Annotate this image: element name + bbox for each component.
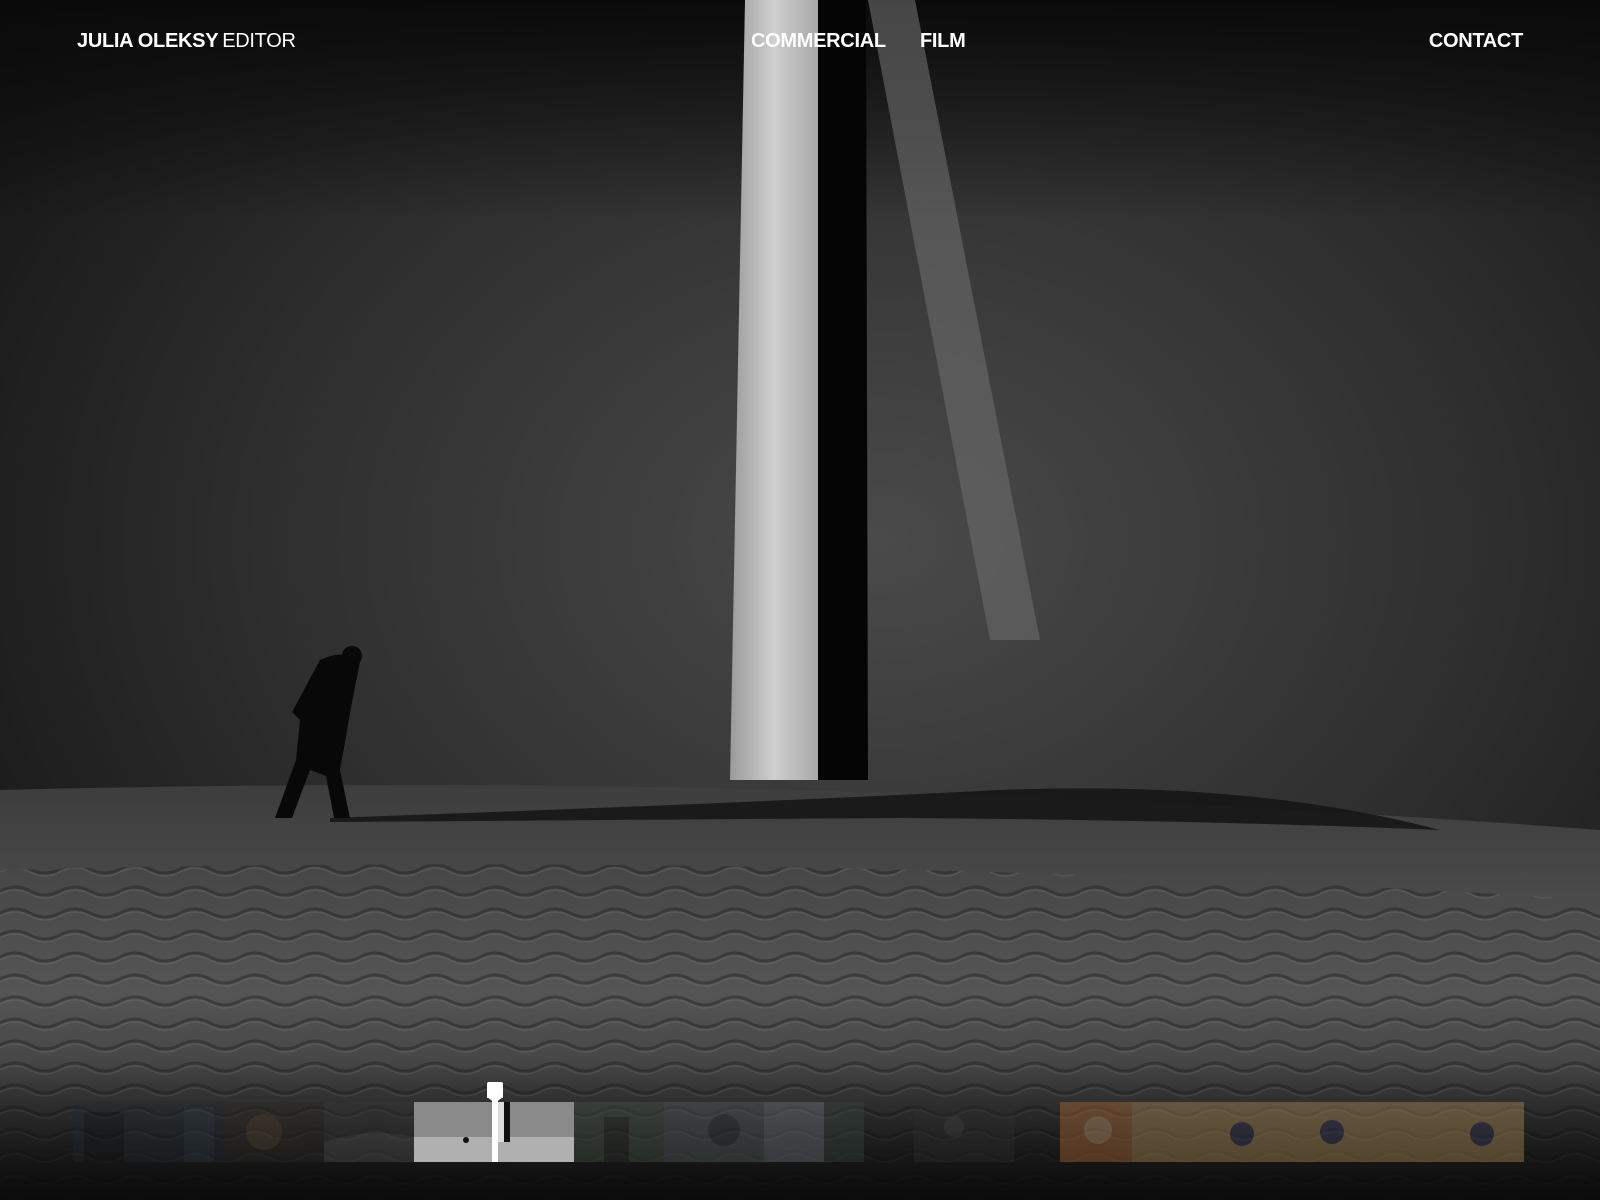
thumbnail-image [824, 1102, 864, 1162]
timeline-thumbnail-8[interactable] [914, 1102, 1014, 1162]
thumbnail-image [74, 1102, 224, 1162]
timeline-thumbnail-3[interactable] [324, 1102, 414, 1162]
thumbnail-image [1132, 1102, 1524, 1162]
thumbnail-image [1060, 1102, 1132, 1162]
thumbnail-image [914, 1102, 1014, 1162]
timeline-thumbnail-10[interactable] [1132, 1102, 1524, 1162]
brand-name: JULIA OLEKSY [77, 30, 219, 52]
timeline-thumbnail-7[interactable] [824, 1102, 864, 1162]
thumbnail-image [574, 1102, 664, 1162]
timeline-thumbnail-2[interactable] [224, 1102, 324, 1162]
timeline-playhead[interactable] [487, 1082, 503, 1162]
top-navigation: JULIA OLEKSY EDITOR COMMERCIAL FILM CONTA… [0, 0, 1600, 90]
timeline-thumbnail-9[interactable] [1060, 1102, 1132, 1162]
nav-film-link[interactable]: FILM [920, 30, 966, 53]
thumbnail-image [224, 1102, 324, 1162]
timeline-thumbnail-1[interactable] [74, 1102, 224, 1162]
nav-contact-link[interactable]: CONTACT [1429, 30, 1523, 53]
thumbnail-image [324, 1102, 414, 1162]
brand-logo[interactable]: JULIA OLEKSY EDITOR [77, 30, 296, 53]
hero-image [0, 0, 1600, 1200]
brand-role: EDITOR [222, 30, 296, 52]
playhead-line [492, 1096, 498, 1162]
timeline-thumbnail-5[interactable] [574, 1102, 664, 1162]
thumbnail-image [664, 1102, 824, 1162]
nav-commercial-link[interactable]: COMMERCIAL [751, 30, 886, 53]
hero-video-frame [0, 0, 1600, 1200]
timeline-thumbnail-6[interactable] [664, 1102, 824, 1162]
clip-timeline [74, 1082, 1524, 1162]
